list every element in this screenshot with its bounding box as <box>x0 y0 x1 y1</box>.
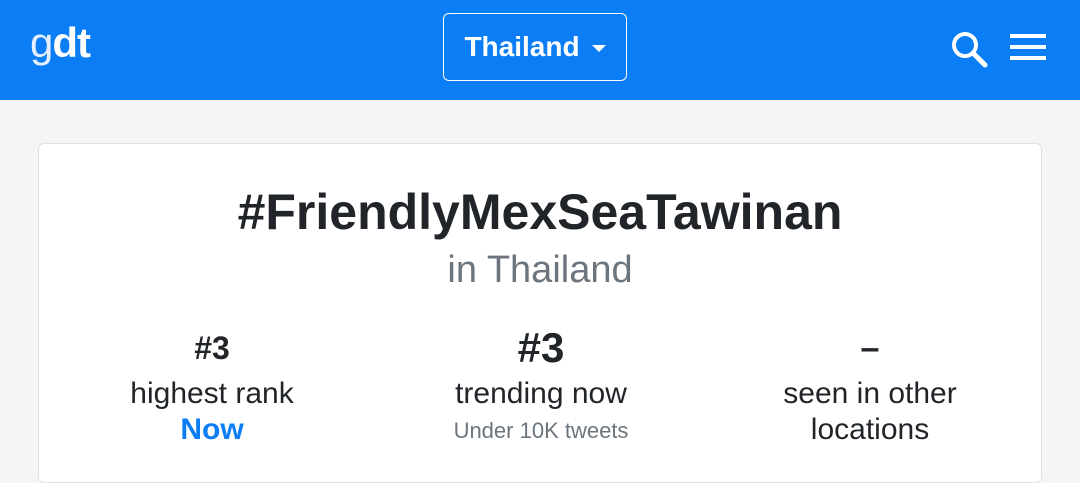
other-locations-label-line1: seen in other <box>783 377 957 410</box>
highest-rank-label: highest rank <box>130 377 294 410</box>
other-locations-value: – <box>860 329 880 367</box>
caret-down-icon <box>591 44 606 52</box>
trend-hashtag-title: #FriendlyMexSeaTawinan <box>237 184 843 240</box>
highest-rank-when-link[interactable]: Now <box>45 412 379 448</box>
trending-now-label: trending now <box>455 377 627 410</box>
other-locations-label-line2: locations <box>810 413 930 446</box>
trend-location-subtitle: in Thailand <box>447 249 633 291</box>
logo-g: g <box>30 19 53 66</box>
other-locations-label: seen in other locations <box>703 376 1037 448</box>
stat-highest-rank: #3 highest rank Now <box>45 328 379 448</box>
tweet-volume-text: Under 10K tweets <box>453 418 629 443</box>
trending-now-value: #3 <box>517 324 565 371</box>
stat-other-locations: – seen in other locations <box>703 328 1037 448</box>
location-dropdown-label: Thailand <box>464 31 580 62</box>
highest-rank-value: #3 <box>194 330 230 366</box>
top-navbar: gdt Thailand <box>0 0 1080 100</box>
search-icon[interactable] <box>950 30 988 68</box>
stat-trending-now: #3 trending now Under 10K tweets <box>374 324 708 448</box>
trend-card: #FriendlyMexSeaTawinan in Thailand #3 hi… <box>38 143 1042 483</box>
logo-dt: dt <box>52 19 91 66</box>
menu-icon[interactable] <box>1010 34 1046 60</box>
location-dropdown-button[interactable]: Thailand <box>443 13 627 81</box>
gdt-logo[interactable]: gdt <box>30 18 91 68</box>
